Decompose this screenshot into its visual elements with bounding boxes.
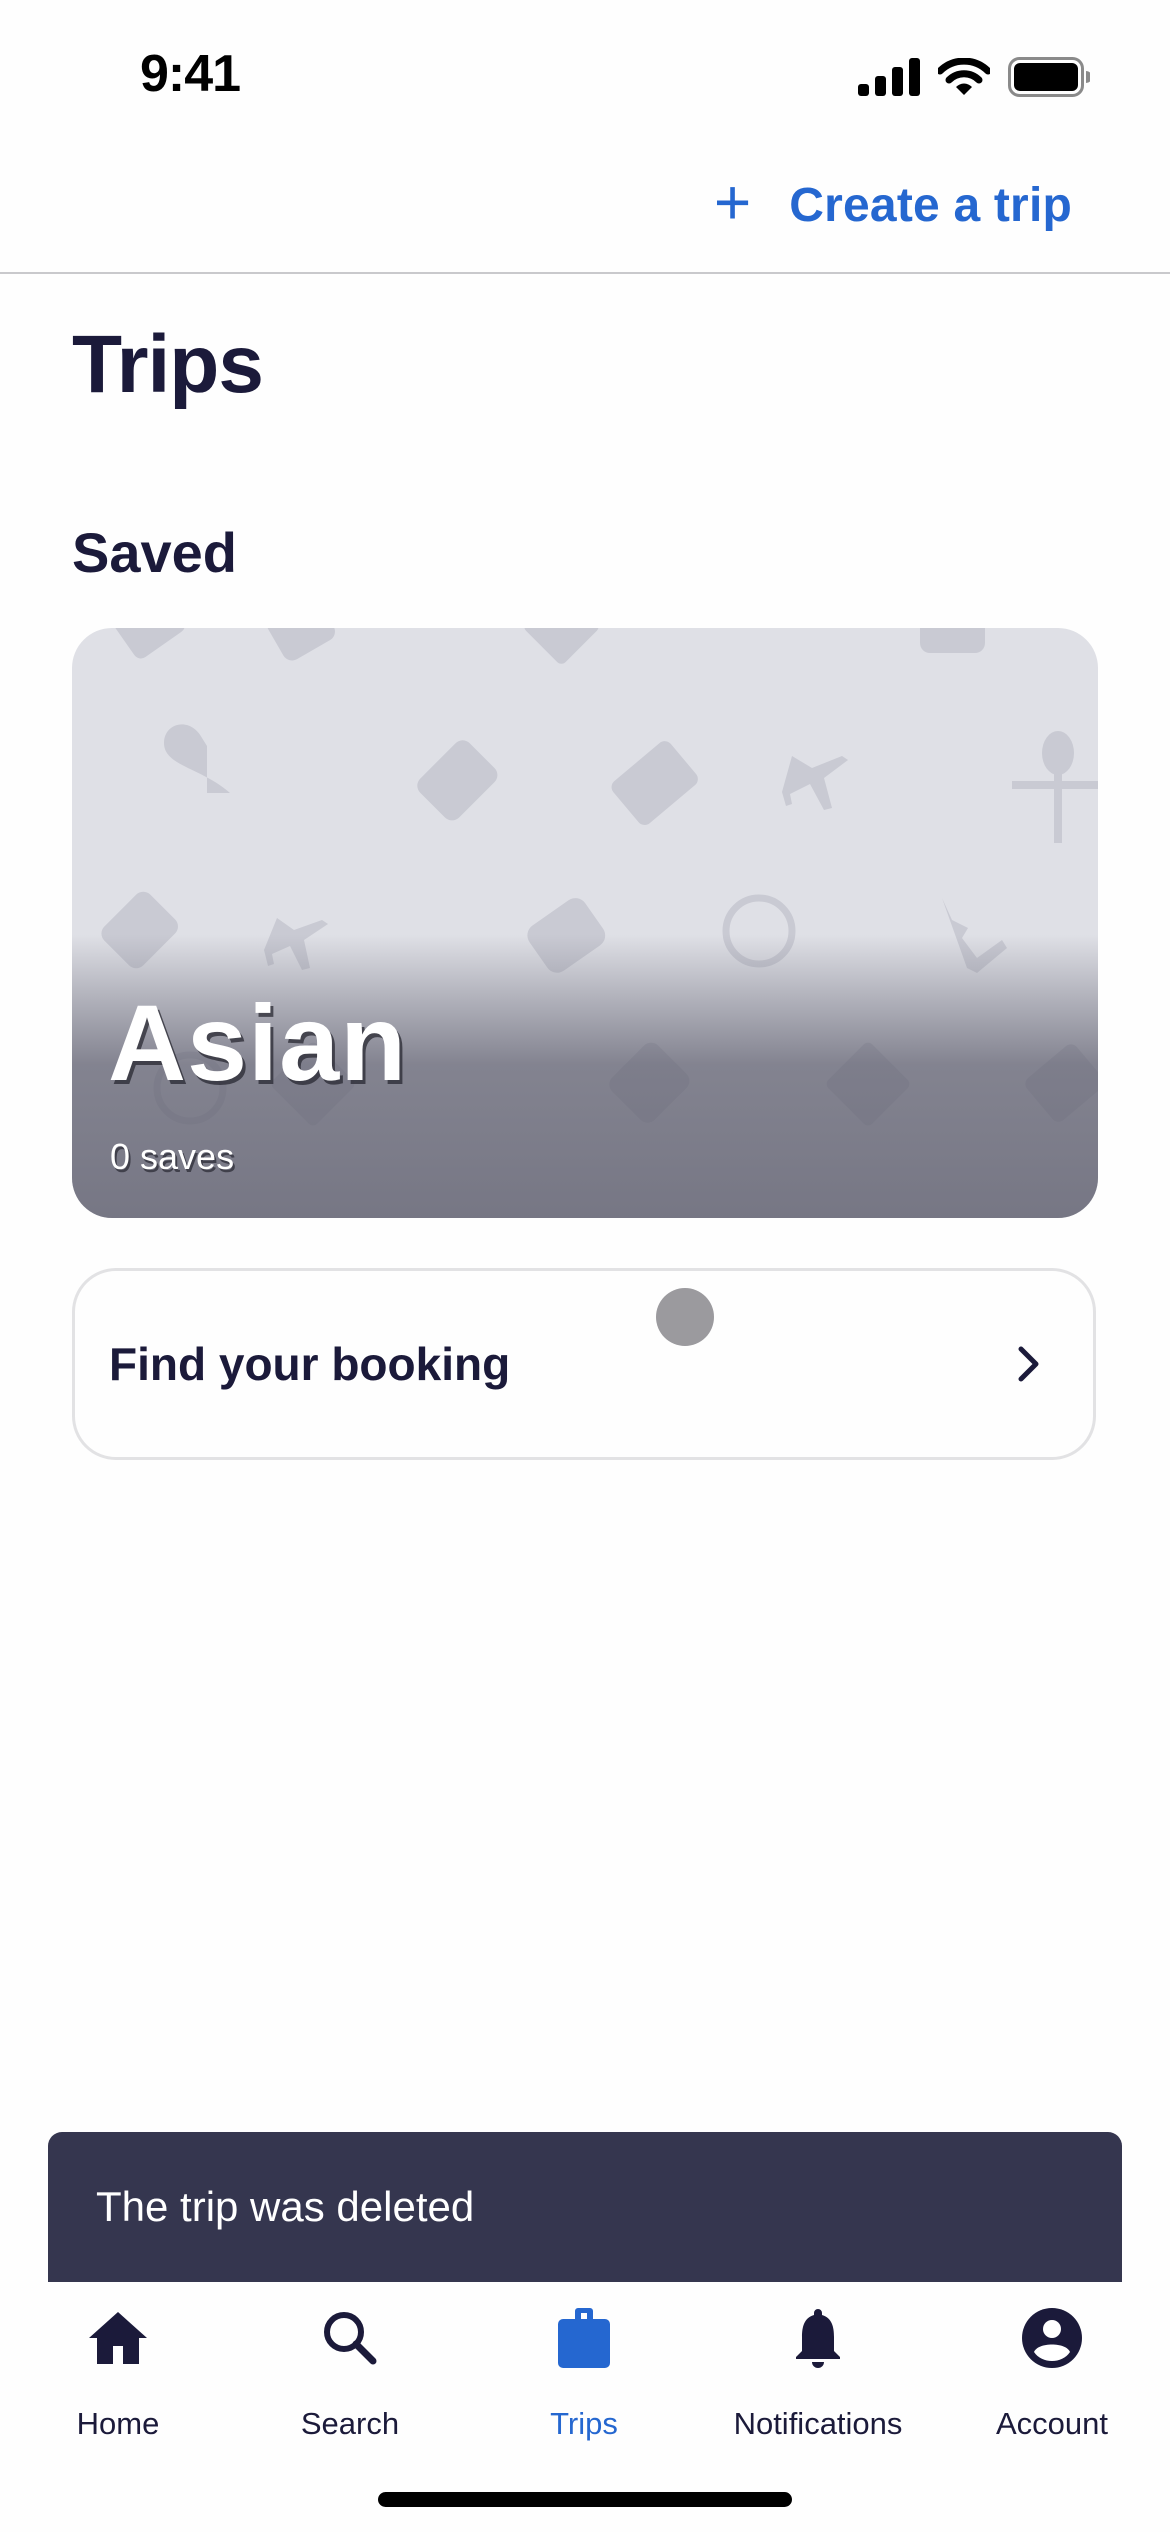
create-trip-label: Create a trip [789,178,1072,232]
page-title: Trips [72,319,264,410]
cellular-signal-icon [858,58,920,96]
account-icon [1022,2308,1082,2368]
create-trip-button[interactable]: + Create a trip [714,170,1072,234]
status-time: 9:41 [140,45,241,103]
tab-home[interactable]: Home [8,2302,228,2442]
toast-message: The trip was deleted [96,2183,475,2230]
bell-icon [796,2309,840,2368]
find-booking-button[interactable]: Find your booking [72,1268,1096,1460]
tab-label: Account [995,2406,1108,2441]
card-gradient-overlay [72,628,1098,1218]
touch-indicator [656,1288,714,1346]
trip-name: Asian [108,982,408,1103]
briefcase-icon [558,2308,610,2368]
tab-label: Trips [550,2406,618,2441]
tab-label: Search [300,2406,400,2441]
header-divider [0,272,1170,274]
home-icon [89,2312,147,2364]
section-title-saved: Saved [72,521,237,584]
tab-label: Home [76,2406,160,2441]
plus-icon: + [713,166,752,238]
tab-label: Notifications [733,2406,903,2441]
tab-search[interactable]: Search [240,2302,460,2442]
status-icons [858,56,1090,98]
wifi-icon [938,58,990,95]
battery-icon [1008,57,1090,97]
find-booking-label: Find your booking [109,1338,511,1390]
tab-notifications[interactable]: Notifications [708,2302,928,2442]
home-indicator[interactable] [378,2492,792,2507]
tab-account[interactable]: Account [942,2302,1162,2442]
toast-snackbar: The trip was deleted [48,2132,1122,2282]
chevron-right-icon [1018,1346,1039,1382]
search-icon [324,2312,377,2365]
saved-trip-card[interactable]: Asian 0 saves [72,628,1098,1218]
tab-bar: Home Search Trips Notifications Account [0,2282,1170,2442]
tab-trips[interactable]: Trips [474,2302,694,2442]
trip-saves-count: 0 saves [110,1136,235,1177]
